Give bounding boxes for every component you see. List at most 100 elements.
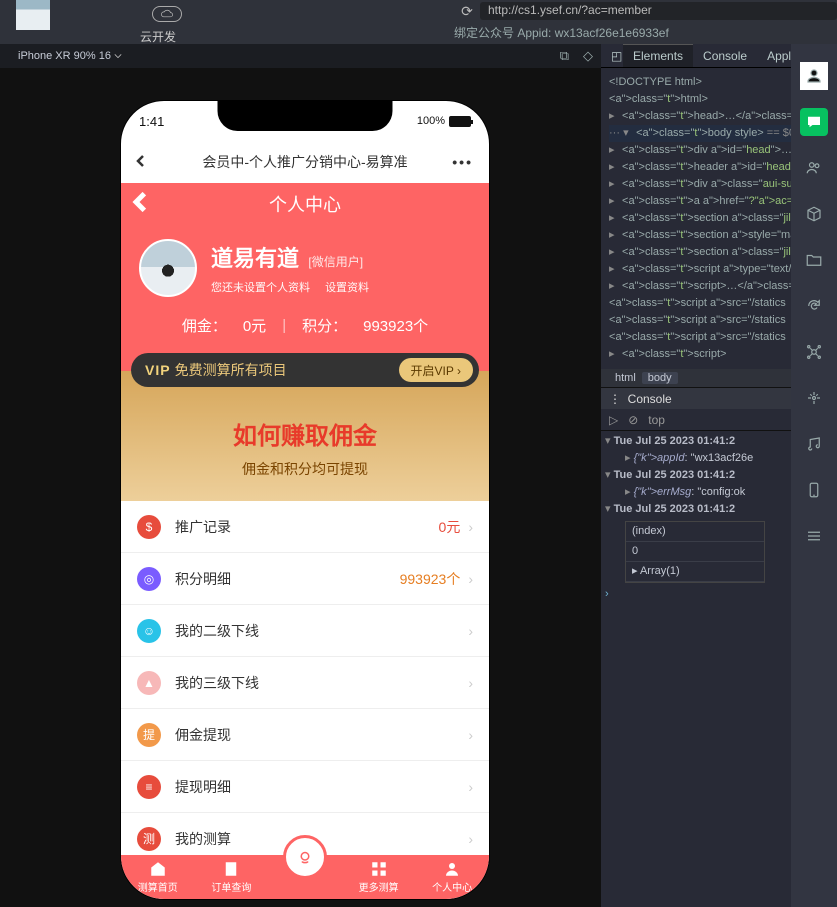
row-value: 0元 [439,517,461,537]
row-label: 我的三级下线 [175,673,259,693]
vip-banner[interactable]: VIP免费测算所有项目 开启VIP › [131,353,479,387]
chevron-right-icon: › [468,779,473,795]
rail-cube-icon[interactable] [800,200,828,228]
console-context[interactable]: top [648,413,665,427]
tab-1[interactable]: 订单查询 [195,855,269,899]
webview-titlebar: 会员中-个人推广分销中心-易算准 ••• [121,141,489,183]
row-icon: 测 [137,827,161,851]
row-label: 提现明细 [175,777,231,797]
rail-avatar-icon[interactable] [800,62,828,90]
promo-card[interactable]: 如何赚取佣金 佣金和积分均可提现 [121,371,489,501]
rail-message-icon[interactable] [800,108,828,136]
cloud-dev-icon[interactable] [152,6,182,22]
tab-center-icon[interactable] [283,835,327,879]
menu-list: $推广记录0元›◎积分明细993923个›☺我的二级下线›▲我的三级下线›提佣金… [121,501,489,857]
row-icon: ≡ [137,775,161,799]
points-value: 993923个 [363,315,428,336]
crumb-html[interactable]: html [609,372,642,384]
row-icon: ☺ [137,619,161,643]
header-title: 个人中心 [269,191,341,217]
row-label: 推广记录 [175,517,231,537]
tab-console[interactable]: Console [693,45,757,67]
rail-users-icon[interactable] [800,154,828,182]
list-item[interactable]: $ 推广记录 0元 › [121,501,489,553]
row-label: 佣金提现 [175,725,231,745]
tab-3[interactable]: 更多测算 [342,855,416,899]
vip-text: 免费测算所有项目 [175,362,287,378]
tab-label: 个人中心 [432,879,472,894]
ide-side-rail [791,44,837,907]
cloud-dev-label[interactable]: 云开发 [140,28,176,45]
row-icon: 提 [137,723,161,747]
tab-0[interactable]: 测算首页 [121,855,195,899]
open-vip-button[interactable]: 开启VIP › [399,358,473,382]
tab-2[interactable] [268,855,342,899]
row-label: 我的二级下线 [175,621,259,641]
bound-appid: 绑定公众号 Appid: wx13acf26e1e6933ef [454,24,669,41]
edit-profile-link[interactable]: 设置资料 [325,282,369,294]
row-icon: $ [137,515,161,539]
rail-folder-icon[interactable] [800,246,828,274]
commission-value: 0元 [243,315,266,336]
phone-simulator: 1:41 100% 会员中-个人推广分销中心-易算准 ••• 个人中心 道易有道… [120,100,490,900]
chevron-right-icon: › [468,571,473,587]
rail-compass-icon[interactable] [800,384,828,412]
address-bar[interactable]: http://cs1.ysef.cn/?ac=member [480,2,837,20]
status-time: 1:41 [139,114,164,129]
console-play-icon[interactable]: ▷ [609,413,618,427]
rail-music-icon[interactable] [800,430,828,458]
row-value: 993923个 [400,569,461,589]
chevron-right-icon: › [468,675,473,691]
promo-sub: 佣金和积分均可提现 [242,459,368,479]
tab-4[interactable]: 个人中心 [415,855,489,899]
page-title: 会员中-个人推广分销中心-易算准 [202,152,407,172]
list-item[interactable]: ◎ 积分明细 993923个 › [121,553,489,605]
ide-top-bar: 云开发 ⟳ http://cs1.ysef.cn/?ac=member 绑定公众… [0,0,837,44]
tab-elements[interactable]: Elements [623,44,693,67]
chevron-right-icon: › [468,727,473,743]
list-item[interactable]: ☺ 我的二级下线 › [121,605,489,657]
chevron-right-icon: › [468,831,473,847]
rotate-icon[interactable]: ◇ [583,48,593,64]
user-name: 道易有道 [211,246,299,271]
chevron-right-icon: › [468,623,473,639]
promo-title: 如何赚取佣金 [233,416,377,451]
profile-notice: 您还未设置个人资料 [211,282,310,294]
simulator-toolbar: iPhone XR 90% 16 ⧉ ◇ [0,44,601,68]
tab-label: 测算首页 [138,879,178,894]
row-icon: ◎ [137,567,161,591]
phone-notch [218,101,393,131]
rail-mobile-icon[interactable] [800,476,828,504]
list-item[interactable]: ≡ 提现明细 › [121,761,489,813]
rail-refresh-icon[interactable] [800,292,828,320]
rail-network-icon[interactable] [800,338,828,366]
battery-icon [449,116,471,127]
vip-badge: VIP [145,362,171,378]
row-icon: ▲ [137,671,161,695]
battery-pct: 100% [417,115,445,127]
copy-icon[interactable]: ⧉ [560,48,569,64]
header-back-icon[interactable] [131,192,151,217]
crumb-body[interactable]: body [642,372,678,384]
avatar[interactable] [139,239,197,297]
commission-label: 佣金： [182,315,227,336]
bottom-tab-bar: 测算首页 订单查询 更多测算 个人中心 [121,855,489,899]
list-item[interactable]: 提佣金提现 › [121,709,489,761]
tab-label: 更多测算 [359,879,399,894]
back-icon[interactable] [135,154,147,170]
console-clear-icon[interactable]: ⊘ [628,413,638,427]
more-icon[interactable]: ••• [452,154,473,170]
row-label: 积分明细 [175,569,231,589]
row-label: 我的测算 [175,829,231,849]
list-item[interactable]: ▲ 我的三级下线 › [121,657,489,709]
inspect-icon[interactable]: ◰ [601,45,623,67]
tab-label: 订单查询 [211,879,251,894]
device-selector[interactable]: iPhone XR 90% 16 [18,50,122,62]
user-tag: [微信用户] [308,255,363,269]
reload-icon[interactable]: ⟳ [454,3,480,20]
rail-menu-icon[interactable] [800,522,828,550]
points-label: 积分： [302,315,347,336]
project-thumbnail[interactable] [16,0,50,30]
app-header: 个人中心 [121,183,489,225]
chevron-right-icon: › [468,519,473,535]
